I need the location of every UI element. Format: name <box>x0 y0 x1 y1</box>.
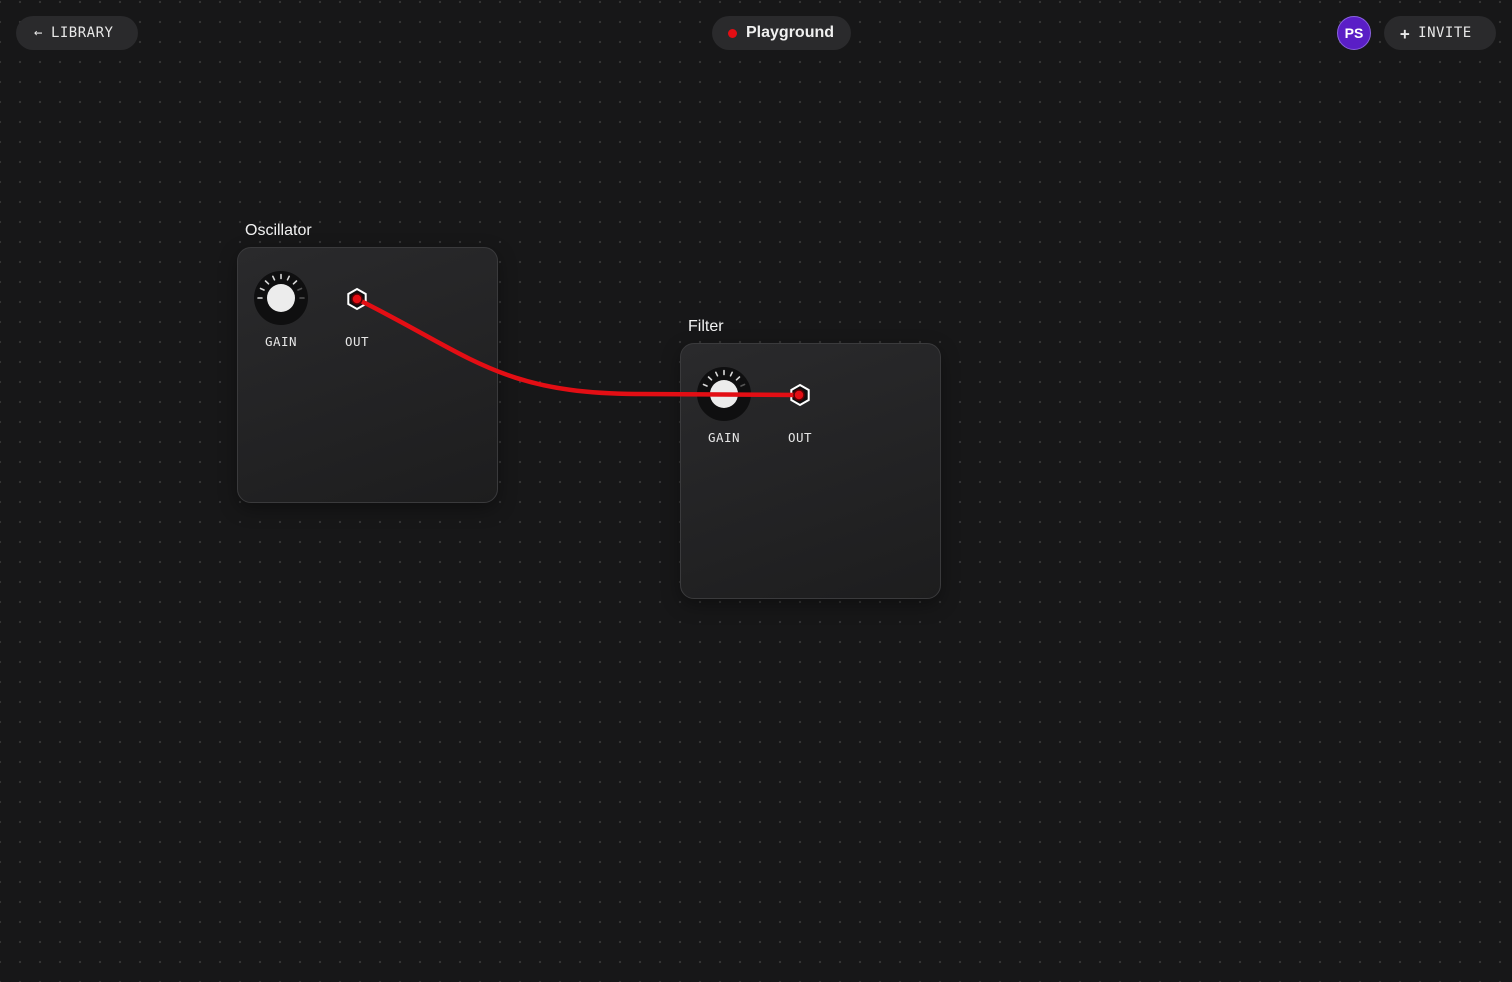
avatar-initials: PS <box>1344 25 1364 41</box>
project-title-pill[interactable]: Playground <box>712 16 851 50</box>
arrow-left-icon: ← <box>34 25 43 41</box>
node-title-filter: Filter <box>688 318 724 335</box>
invite-button-label: INVITE <box>1418 25 1472 41</box>
out-port[interactable] <box>345 287 369 311</box>
gain-label: GAIN <box>264 334 298 349</box>
out-label: OUT <box>344 334 370 349</box>
out-port[interactable] <box>788 383 812 407</box>
gain-knob[interactable] <box>696 366 752 422</box>
library-button[interactable]: ← LIBRARY <box>16 16 138 50</box>
status-dot-icon <box>728 28 737 38</box>
invite-button[interactable]: + INVITE <box>1384 16 1496 50</box>
library-button-label: LIBRARY <box>50 25 114 41</box>
avatar[interactable]: PS <box>1337 16 1371 50</box>
out-label: OUT <box>787 430 813 445</box>
gain-knob[interactable] <box>253 270 309 326</box>
node-title-oscillator: Oscillator <box>245 222 312 239</box>
plus-icon: + <box>1400 23 1411 43</box>
project-title: Playground <box>746 24 835 41</box>
gain-label: GAIN <box>707 430 741 445</box>
